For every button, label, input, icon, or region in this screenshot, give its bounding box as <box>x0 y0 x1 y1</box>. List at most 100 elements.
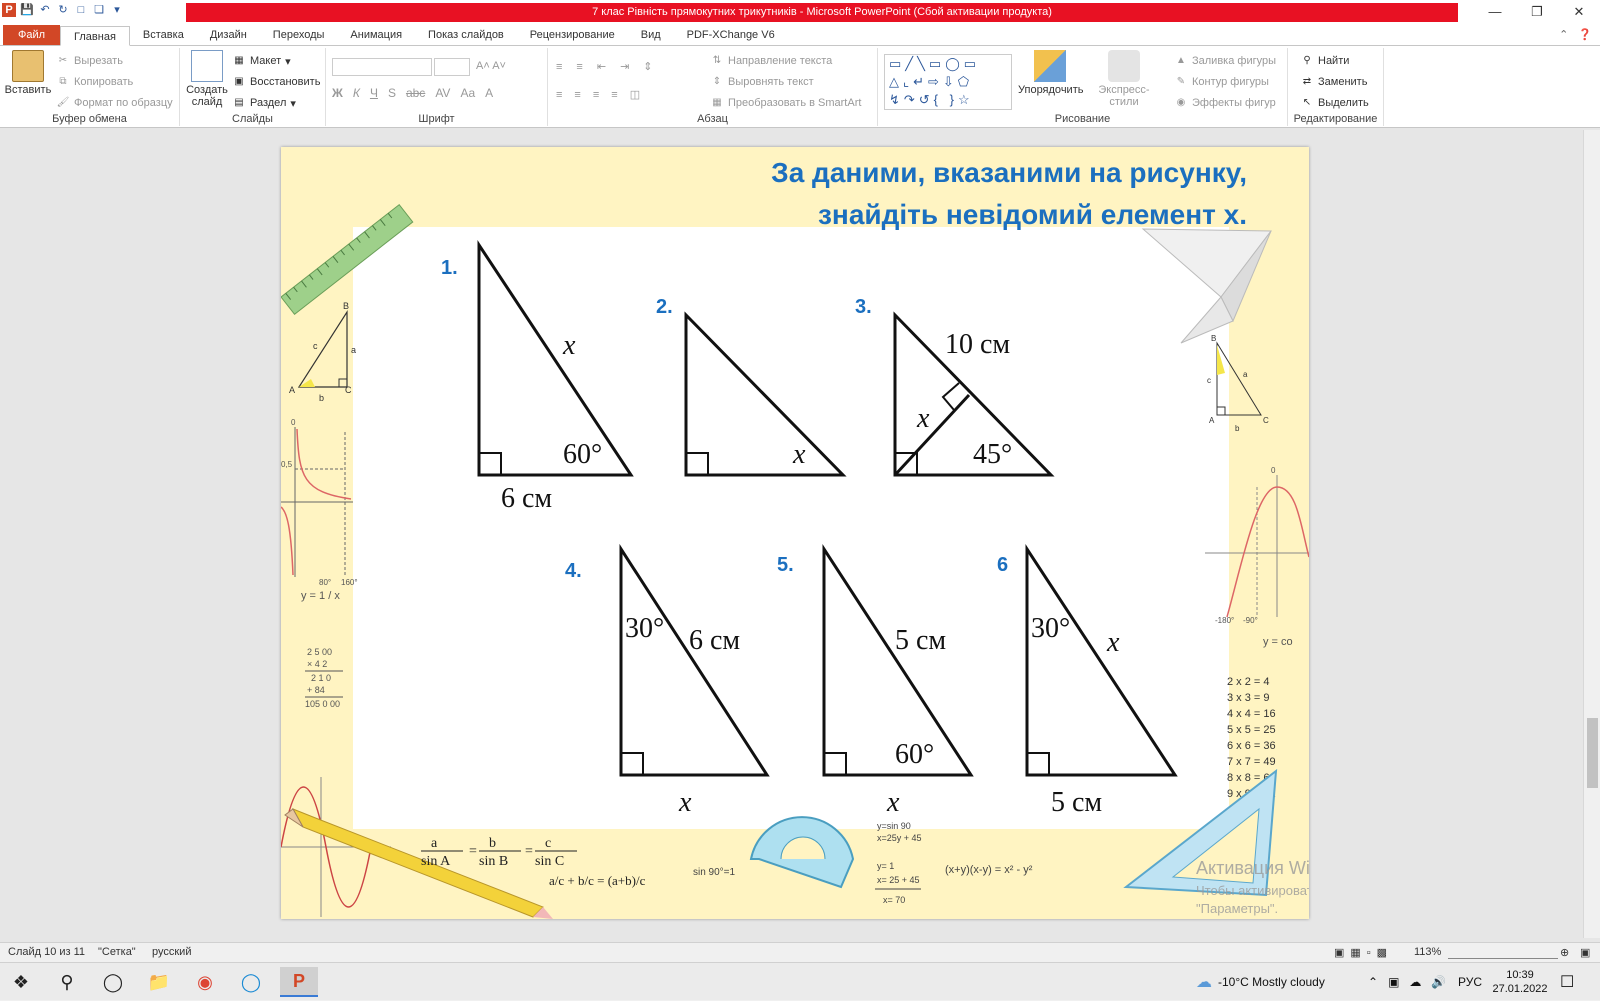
language-indicator[interactable]: русский <box>152 946 191 958</box>
tab-home[interactable]: Главная <box>60 26 130 46</box>
tab-animation[interactable]: Анимация <box>337 25 415 45</box>
underline-button[interactable]: Ч <box>370 86 378 100</box>
justify-icon[interactable]: ≡ <box>611 89 617 101</box>
shape-fill-button[interactable]: ▲ Заливка фигуры <box>1174 54 1276 68</box>
font-family-select[interactable] <box>332 58 432 76</box>
align-right-icon[interactable]: ≡ <box>593 89 599 101</box>
cut-button[interactable]: ✂ Вырезать <box>56 54 123 68</box>
theme-name[interactable]: "Сетка" <box>98 946 136 958</box>
volume-icon[interactable]: 🔊 <box>1431 975 1446 989</box>
select-button[interactable]: ↖ Выделить <box>1300 96 1369 110</box>
font-group: A˄ A˅ Ж К Ч S abc AV Aa A Шрифт <box>326 48 548 126</box>
section-button[interactable]: ▤ Раздел ▾ <box>232 96 296 110</box>
align-left-icon[interactable]: ≡ <box>556 89 562 101</box>
shadow-button[interactable]: S <box>388 86 396 100</box>
notifications-icon[interactable]: ☐ <box>1560 963 1574 1001</box>
shape-effects-button[interactable]: ◉ Эффекты фигур <box>1174 96 1276 110</box>
reset-button[interactable]: ▣ Восстановить <box>232 75 320 89</box>
strike-button[interactable]: abc <box>406 86 425 100</box>
spacing-button[interactable]: AV <box>435 86 450 100</box>
undo-icon[interactable]: ↶ <box>38 3 52 17</box>
redo-icon[interactable]: ↻ <box>56 3 70 17</box>
increase-indent-icon[interactable]: ⇥ <box>620 60 629 73</box>
label-B: B <box>343 301 349 311</box>
tab-view[interactable]: Вид <box>628 25 674 45</box>
format-painter-button[interactable]: 🖌 Формат по образцу <box>56 96 173 110</box>
align-buttons: ≡ ≡ ≡ ≡ ◫ <box>556 88 640 102</box>
tab-insert[interactable]: Вставка <box>130 25 197 45</box>
smartart-button[interactable]: ▦ Преобразовать в SmartArt <box>710 96 861 110</box>
text-direction-button[interactable]: ⇅ Направление текста <box>710 54 832 68</box>
system-tray-icons[interactable]: ⌃ ▣ ☁ 🔊 <box>1368 963 1446 1001</box>
fit-slide-icon[interactable]: ▣ <box>1580 946 1590 959</box>
open-icon[interactable]: ❏ <box>92 3 106 17</box>
title-bar: P 💾 ↶ ↻ □ ❏ ▾ 7 клас Рівність прямокутни… <box>0 0 1600 24</box>
font-size-select[interactable] <box>434 58 470 76</box>
chevron-up-icon[interactable]: ⌃ <box>1368 975 1378 989</box>
new-icon[interactable]: □ <box>74 3 88 17</box>
vertical-scrollbar[interactable] <box>1583 130 1600 938</box>
case-button[interactable]: Aa <box>460 86 475 100</box>
svg-text:× 4 2: × 4 2 <box>307 659 327 669</box>
scroll-thumb[interactable] <box>1587 718 1598 788</box>
svg-text:=: = <box>525 844 533 859</box>
arrange-button[interactable]: Упорядочить <box>1018 50 1083 96</box>
grow-font-icon[interactable]: A˄ A˅ <box>476 60 506 72</box>
bullets-icon[interactable]: ≡ <box>556 61 562 73</box>
svg-text:105 0 00: 105 0 00 <box>305 699 340 709</box>
layout-button[interactable]: ▦ Макет ▾ <box>232 54 290 68</box>
task-view-icon[interactable]: ◯ <box>94 967 132 997</box>
svg-text:c: c <box>545 836 551 851</box>
line-spacing-icon[interactable]: ⇕ <box>643 60 652 73</box>
slide-canvas[interactable]: B A C c a b 0 80° 160° 0,5 y = 1 / x 2 5… <box>281 147 1309 919</box>
bold-button[interactable]: Ж <box>332 86 343 100</box>
clock[interactable]: 10:39 27.01.2022 <box>1492 963 1548 1001</box>
find-button[interactable]: ⚲ Найти <box>1300 54 1349 68</box>
copy-icon: ⧉ <box>59 76 67 87</box>
tab-pdfxchange[interactable]: PDF-XChange V6 <box>674 25 788 45</box>
font-color-button[interactable]: A <box>485 86 493 100</box>
problem-3-hyp: 10 см <box>945 329 1010 360</box>
decrease-indent-icon[interactable]: ⇤ <box>597 60 606 73</box>
help-icon[interactable]: ❓ <box>1578 28 1592 41</box>
tab-design[interactable]: Дизайн <box>197 25 260 45</box>
tab-slideshow[interactable]: Показ слайдов <box>415 25 517 45</box>
new-slide-button[interactable]: Создать слайд <box>184 50 230 108</box>
tab-review[interactable]: Рецензирование <box>517 25 628 45</box>
columns-icon[interactable]: ◫ <box>630 88 640 101</box>
zoom-level[interactable]: 113% <box>1414 946 1441 958</box>
align-center-icon[interactable]: ≡ <box>574 89 580 101</box>
save-icon[interactable]: 💾 <box>20 3 34 17</box>
svg-text:(x+y)(x-y) = x² - y²: (x+y)(x-y) = x² - y² <box>945 864 1033 876</box>
zoom-in-icon[interactable]: ⊕ <box>1560 946 1569 959</box>
tab-transitions[interactable]: Переходы <box>260 25 338 45</box>
minimize-button[interactable]: — <box>1474 0 1516 24</box>
network-icon[interactable]: ▣ <box>1388 975 1399 989</box>
zoom-slider[interactable] <box>1448 947 1558 959</box>
restore-button[interactable]: ❐ <box>1516 0 1558 24</box>
minimize-ribbon-icon[interactable]: ⌃ <box>1559 28 1568 41</box>
tab-file[interactable]: Файл <box>3 25 61 45</box>
customize-qat-icon[interactable]: ▾ <box>110 3 124 17</box>
edge-icon[interactable]: ◯ <box>232 967 270 997</box>
search-icon[interactable]: ⚲ <box>48 967 86 997</box>
italic-button[interactable]: К <box>353 86 360 100</box>
close-button[interactable]: ✕ <box>1558 0 1600 24</box>
start-icon[interactable]: ❖ <box>2 967 40 997</box>
align-text-button[interactable]: ⇕ Выровнять текст <box>710 75 814 89</box>
chrome-icon[interactable]: ◉ <box>186 967 224 997</box>
svg-text:x= 25 + 45: x= 25 + 45 <box>877 875 920 885</box>
numbering-icon[interactable]: ≡ <box>576 61 582 73</box>
view-buttons[interactable]: ▣▦▫▩ <box>1334 946 1393 959</box>
shape-outline-button[interactable]: ✎ Контур фигуры <box>1174 75 1269 89</box>
onedrive-icon[interactable]: ☁ <box>1409 975 1421 989</box>
shapes-gallery[interactable]: ▭╱╲▭◯▭ △⌞↵⇨⇩⬠ ↯↷↺{ }☆ <box>884 54 1012 110</box>
copy-button[interactable]: ⧉ Копировать <box>56 75 133 89</box>
quick-styles-button[interactable]: Экспресс-стили <box>1086 50 1162 108</box>
weather-widget[interactable]: ☁ -10°C Mostly cloudy <box>1196 963 1325 1001</box>
paste-button[interactable]: Вставить <box>4 50 52 96</box>
replace-button[interactable]: ⇄ Заменить <box>1300 75 1368 89</box>
input-language[interactable]: РУС <box>1458 963 1482 1001</box>
powerpoint-taskbar-icon[interactable]: P <box>280 967 318 997</box>
file-explorer-icon[interactable]: 📁 <box>140 967 178 997</box>
